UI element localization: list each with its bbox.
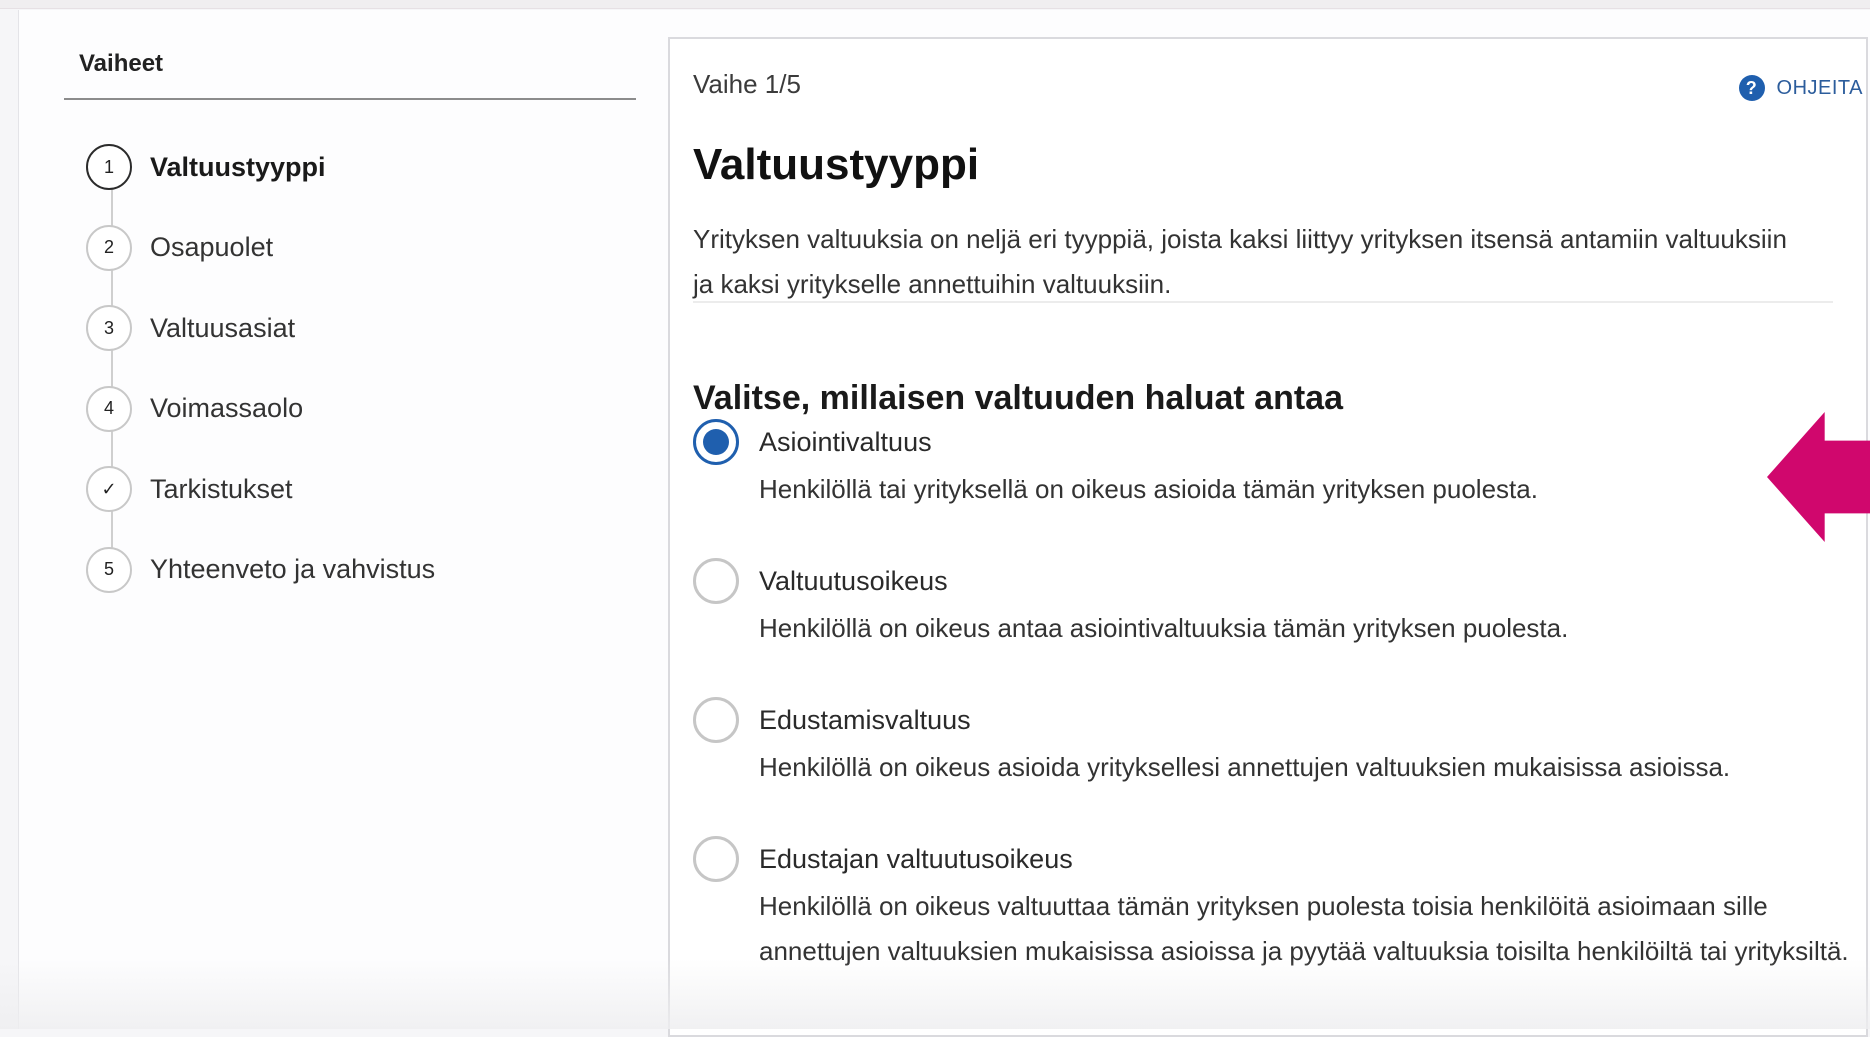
option-label[interactable]: Asiointivaltuus: [759, 419, 1869, 465]
radio-button-selected[interactable]: [693, 419, 739, 465]
authorization-type-options: Asiointivaltuus Henkilöllä tai yrityksel…: [693, 419, 1853, 1020]
radio-button[interactable]: [693, 558, 739, 604]
step-number-badge: 4: [86, 385, 132, 432]
option-label[interactable]: Valtuutusoikeus: [759, 558, 1869, 604]
help-question-icon: ?: [1738, 75, 1765, 101]
steps-sidebar: Vaiheet 1 Valtuustyyppi 2 Osapuolet 3 Va…: [64, 40, 636, 625]
intro-text: Yrityksen valtuuksia on neljä eri tyyppi…: [693, 224, 1787, 299]
help-label: OHJEITA: [1776, 76, 1863, 99]
section-divider: [693, 301, 1833, 303]
step-item-osapuolet[interactable]: 2 Osapuolet: [86, 223, 636, 273]
page-title: Valtuustyyppi: [693, 140, 980, 190]
step-number-badge: 3: [86, 305, 132, 351]
option-description: Henkilöllä on oikeus asioida yritykselle…: [759, 752, 1731, 782]
section-title: Valitse, millaisen valtuuden haluat anta…: [693, 379, 1344, 418]
step-item-yhteenveto[interactable]: 5 Yhteenveto ja vahvistus: [86, 545, 636, 595]
radio-button[interactable]: [693, 836, 739, 882]
option-valtuutusoikeus[interactable]: Valtuutusoikeus Henkilöllä on oikeus ant…: [693, 558, 1853, 651]
option-description: Henkilöllä on oikeus antaa asiointivaltu…: [759, 613, 1569, 643]
step-label: Valtuustyyppi: [150, 151, 326, 182]
option-label[interactable]: Edustamisvaltuus: [759, 697, 1869, 743]
step-counter: Vaihe 1/5: [693, 69, 801, 99]
step-number-badge: 2: [86, 224, 132, 271]
step-item-valtuusasiat[interactable]: 3 Valtuusasiat: [86, 303, 636, 353]
sidebar-divider: [64, 98, 636, 100]
step-label: Valtuusasiat: [150, 312, 296, 343]
checkmark-icon: ✓: [86, 466, 132, 512]
option-label[interactable]: Edustajan valtuutusoikeus: [759, 836, 1869, 882]
step-number-badge: 5: [86, 546, 132, 593]
option-description: Henkilöllä tai yrityksellä on oikeus asi…: [759, 474, 1538, 504]
step-label: Tarkistukset: [150, 473, 293, 504]
option-edustajan-valtuutusoikeus[interactable]: Edustajan valtuutusoikeus Henkilöllä on …: [693, 836, 1853, 974]
option-edustamisvaltuus[interactable]: Edustamisvaltuus Henkilöllä on oikeus as…: [693, 697, 1853, 790]
main-panel: Vaihe 1/5 ? OHJEITA Valtuustyyppi Yrityk…: [668, 37, 1868, 1037]
radio-button[interactable]: [693, 697, 739, 743]
step-item-tarkistukset[interactable]: ✓ Tarkistukset: [86, 464, 636, 514]
radio-dot: [703, 429, 729, 455]
step-label: Osapuolet: [150, 232, 274, 262]
step-item-voimassaolo[interactable]: 4 Voimassaolo: [86, 384, 636, 434]
step-label: Yhteenveto ja vahvistus: [150, 554, 436, 584]
step-number-badge: 1: [86, 144, 132, 190]
step-label: Voimassaolo: [150, 393, 304, 423]
help-link[interactable]: ? OHJEITA: [1738, 75, 1863, 101]
top-edge: [0, 0, 1870, 9]
option-asiointivaltuus[interactable]: Asiointivaltuus Henkilöllä tai yrityksel…: [693, 419, 1853, 512]
step-item-valtuustyyppi[interactable]: 1 Valtuustyyppi: [86, 142, 636, 192]
option-description: Henkilöllä on oikeus valtuuttaa tämän yr…: [759, 891, 1849, 966]
step-list: 1 Valtuustyyppi 2 Osapuolet 3 Valtuusasi…: [64, 142, 636, 595]
sidebar-title: Vaiheet: [79, 50, 164, 77]
